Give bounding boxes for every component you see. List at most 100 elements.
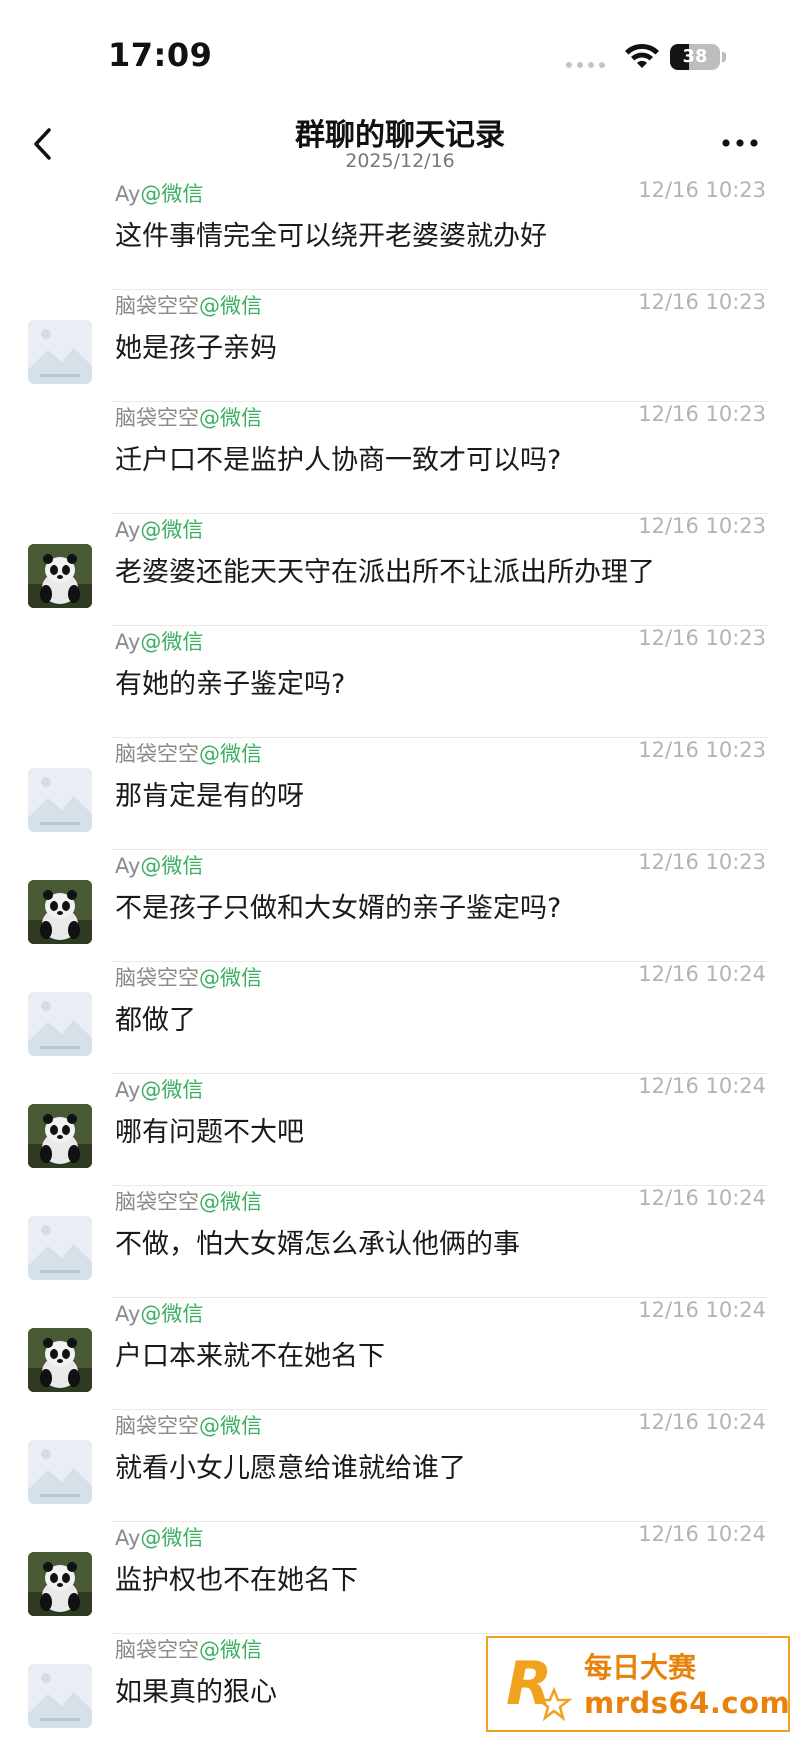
message-text: 迁户口不是监护人协商一致才可以吗? [115,445,562,476]
wifi-icon [622,42,662,72]
message-item[interactable]: 脑袋空空@微信 12/16 10:24 都做了 [0,962,800,1074]
sender-name: 脑袋空空@微信 [115,962,262,992]
sender-source: @微信 [140,854,204,878]
sender-nickname: Ay [115,182,141,206]
message-time: 12/16 10:23 [638,402,766,426]
avatar[interactable] [28,880,92,944]
signal-dots-icon [566,62,605,68]
message-text: 不做，怕大女婿怎么承认他俩的事 [115,1229,520,1260]
sender-source: @微信 [199,406,262,430]
placeholder-image-icon[interactable] [28,320,92,384]
message-item[interactable]: Ay@微信 12/16 10:23 有她的亲子鉴定吗? [0,626,800,738]
message-item[interactable]: Ay@微信 12/16 10:24 监护权也不在她名下 [0,1522,800,1634]
sender-nickname: Ay [115,518,141,542]
sender-source: @微信 [199,742,262,766]
message-time: 12/16 10:23 [638,178,766,202]
message-item[interactable]: Ay@微信 12/16 10:24 哪有问题不大吧 [0,1074,800,1186]
message-time: 12/16 10:24 [638,1074,766,1098]
message-time: 12/16 10:24 [638,962,766,986]
placeholder-image-icon[interactable] [28,768,92,832]
sender-name: 脑袋空空@微信 [115,1186,262,1216]
avatar[interactable] [28,544,92,608]
message-item[interactable]: Ay@微信 12/16 10:23 老婆婆还能天天守在派出所不让派出所办理了 [0,514,800,626]
message-text: 有她的亲子鉴定吗? [115,669,346,700]
message-text: 那肯定是有的呀 [115,781,304,812]
sender-source: @微信 [199,966,262,990]
sender-name: Ay@微信 [115,514,203,544]
sender-name: Ay@微信 [115,178,203,208]
sender-nickname: 脑袋空空 [115,742,199,766]
avatar[interactable] [28,1104,92,1168]
sender-name: 脑袋空空@微信 [115,738,262,768]
watermark-logo-letter: R [506,1649,552,1719]
watermark-url: mrds64.com [584,1686,791,1720]
message-time: 12/16 10:23 [638,850,766,874]
watermark-title: 每日大赛 [584,1651,697,1684]
sender-nickname: 脑袋空空 [115,406,199,430]
sender-name: Ay@微信 [115,1522,203,1552]
battery-icon: 38 [670,44,720,70]
message-item[interactable]: 脑袋空空@微信 12/16 10:24 不做，怕大女婿怎么承认他俩的事 [0,1186,800,1298]
sender-name: 脑袋空空@微信 [115,402,262,432]
sender-name: Ay@微信 [115,850,203,880]
message-item[interactable]: Ay@微信 12/16 10:23 这件事情完全可以绕开老婆婆就办好 [0,178,800,290]
message-time: 12/16 10:23 [638,738,766,762]
avatar[interactable] [28,1328,92,1392]
status-bar: 17:09 38 [0,0,800,110]
sender-nickname: 脑袋空空 [115,1414,199,1438]
message-item[interactable]: Ay@微信 12/16 10:24 户口本来就不在她名下 [0,1298,800,1410]
message-time: 12/16 10:24 [638,1522,766,1546]
sender-nickname: 脑袋空空 [115,966,199,990]
sender-nickname: 脑袋空空 [115,1190,199,1214]
sender-nickname: 脑袋空空 [115,294,199,318]
sender-name: Ay@微信 [115,1298,203,1328]
placeholder-image-icon[interactable] [28,1440,92,1504]
placeholder-image-icon[interactable] [28,1216,92,1280]
sender-name: Ay@微信 [115,1074,203,1104]
message-item[interactable]: 脑袋空空@微信 12/16 10:24 就看小女儿愿意给谁就给谁了 [0,1410,800,1522]
sender-name: 脑袋空空@微信 [115,1634,262,1664]
sender-name: 脑袋空空@微信 [115,1410,262,1440]
sender-source: @微信 [140,518,204,542]
status-time: 17:09 [108,36,213,74]
sender-name: 脑袋空空@微信 [115,290,262,320]
sender-nickname: Ay [115,630,141,654]
message-text: 老婆婆还能天天守在派出所不让派出所办理了 [115,557,655,588]
avatar[interactable] [28,1552,92,1616]
chat-history-screen: 17:09 38 群聊的聊天记录 2025/12/16 Ay@微信 12/16 … [0,0,800,1738]
sender-source: @微信 [199,294,262,318]
message-item[interactable]: Ay@微信 12/16 10:23 不是孩子只做和大女婿的亲子鉴定吗? [0,850,800,962]
sender-source: @微信 [199,1190,262,1214]
message-text: 这件事情完全可以绕开老婆婆就办好 [115,221,547,252]
placeholder-image-icon[interactable] [28,1664,92,1728]
message-item[interactable]: 脑袋空空@微信 12/16 10:23 那肯定是有的呀 [0,738,800,850]
sender-source: @微信 [140,1526,204,1550]
message-item[interactable]: 脑袋空空@微信 12/16 10:23 她是孩子亲妈 [0,290,800,402]
page-date: 2025/12/16 [345,150,455,172]
sender-source: @微信 [199,1414,262,1438]
sender-nickname: Ay [115,854,141,878]
sender-nickname: Ay [115,1526,141,1550]
sender-source: @微信 [140,1302,204,1326]
more-button[interactable] [712,128,772,158]
sender-source: @微信 [140,182,204,206]
sender-source: @微信 [199,1638,262,1662]
placeholder-image-icon[interactable] [28,992,92,1056]
sender-name: Ay@微信 [115,626,203,656]
sender-source: @微信 [140,630,204,654]
message-time: 12/16 10:23 [638,514,766,538]
more-dots-icon [722,139,758,147]
sender-nickname: Ay [115,1302,141,1326]
message-time: 12/16 10:24 [638,1410,766,1434]
nav-bar: 群聊的聊天记录 2025/12/16 [0,110,800,180]
message-text: 不是孩子只做和大女婿的亲子鉴定吗? [115,893,562,924]
message-text: 她是孩子亲妈 [115,333,277,364]
message-item[interactable]: 脑袋空空@微信 12/16 10:23 迁户口不是监护人协商一致才可以吗? [0,402,800,514]
message-text: 都做了 [115,1005,196,1036]
message-time: 12/16 10:23 [638,626,766,650]
sender-source: @微信 [140,1078,204,1102]
star-logo-icon: R [502,1646,574,1726]
message-time: 12/16 10:24 [638,1298,766,1322]
message-text: 就看小女儿愿意给谁就给谁了 [115,1453,466,1484]
message-text: 户口本来就不在她名下 [115,1341,385,1372]
